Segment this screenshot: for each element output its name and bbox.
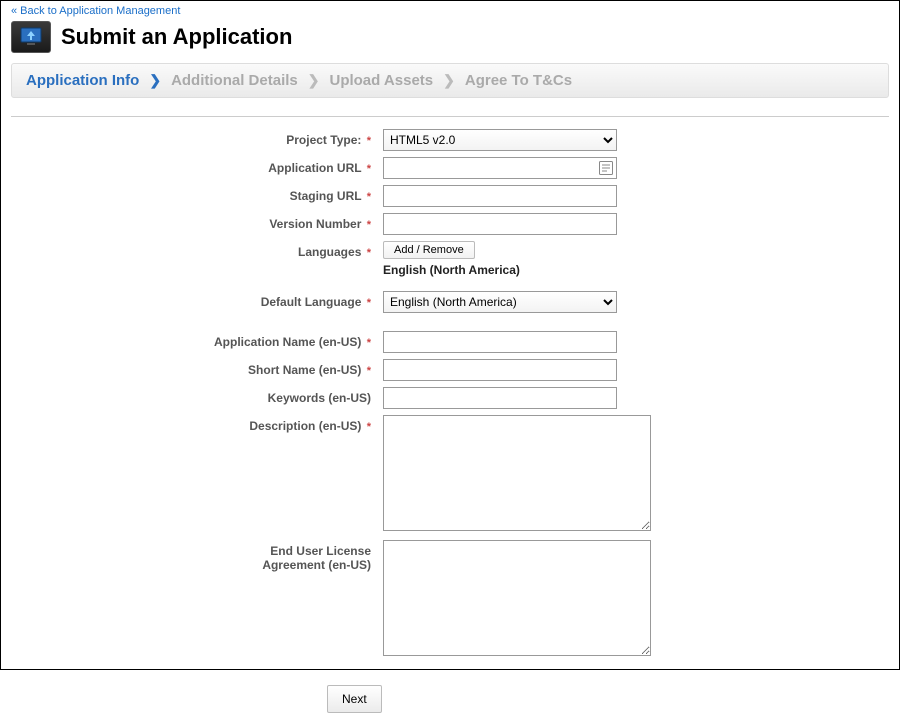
required-marker: * [367,163,371,175]
app-name-label: Application Name (en-US) * [11,319,371,349]
required-marker: * [367,135,371,147]
page-header: Submit an Application [11,21,889,53]
version-number-label: Version Number * [11,213,371,231]
step-upload-assets[interactable]: Upload Assets [325,70,437,91]
default-language-label: Default Language * [11,283,371,309]
chevron-right-icon: ❯ [308,72,320,89]
app-upload-icon [11,21,51,53]
step-additional-details[interactable]: Additional Details [167,70,302,91]
required-marker: * [367,219,371,231]
required-marker: * [367,365,371,377]
required-marker: * [367,247,371,259]
required-marker: * [367,421,371,433]
version-number-input[interactable] [383,213,617,235]
default-language-select[interactable]: English (North America) [383,291,617,313]
short-name-input[interactable] [383,359,617,381]
application-name-input[interactable] [383,331,617,353]
project-type-select[interactable]: HTML5 v2.0 [383,129,617,151]
wizard-steps: Application Info ❯ Additional Details ❯ … [11,63,889,98]
back-link[interactable]: « Back to Application Management [11,5,180,17]
languages-selected: English (North America) [383,263,653,277]
project-type-label: Project Type: * [11,129,371,147]
languages-label: Languages * [11,241,371,259]
eula-label: End User License Agreement (en-US) [11,540,371,572]
description-label: Description (en-US) * [11,415,371,433]
staging-url-label: Staging URL * [11,185,371,203]
step-application-info[interactable]: Application Info [22,70,143,91]
languages-add-remove-button[interactable]: Add / Remove [383,241,475,259]
keywords-label: Keywords (en-US) [11,387,371,405]
chevron-right-icon: ❯ [443,72,455,89]
keywords-input[interactable] [383,387,617,409]
divider [11,116,889,117]
application-url-input[interactable] [383,157,617,179]
required-marker: * [367,297,371,309]
next-button[interactable]: Next [327,685,382,713]
url-picker-icon[interactable] [599,161,613,178]
chevron-right-icon: ❯ [149,72,161,89]
required-marker: * [367,337,371,349]
step-agree-tcs[interactable]: Agree To T&Cs [461,70,576,91]
staging-url-input[interactable] [383,185,617,207]
form-footer: Next [11,685,889,713]
description-textarea[interactable] [383,415,651,531]
required-marker: * [367,191,371,203]
application-form: Project Type: * HTML5 v2.0 Application U… [11,129,889,659]
page-title: Submit an Application [61,24,292,50]
short-name-label: Short Name (en-US) * [11,359,371,377]
eula-textarea[interactable] [383,540,651,656]
application-url-label: Application URL * [11,157,371,175]
